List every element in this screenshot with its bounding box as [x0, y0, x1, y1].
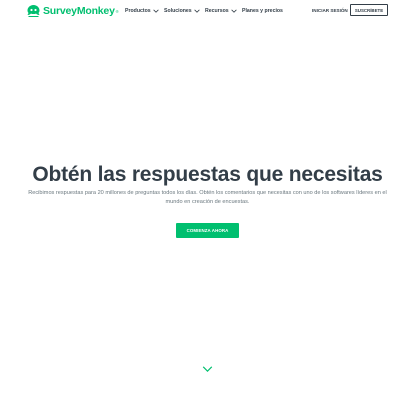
- get-started-button[interactable]: COMIENZA AHORA: [176, 223, 239, 238]
- chevron-down-icon: [194, 9, 200, 13]
- nav-item-planes-y-precios[interactable]: Planes y precios: [242, 8, 283, 14]
- nav-item-label: Soluciones: [164, 8, 192, 14]
- signup-button[interactable]: SUSCRÍBETE: [350, 4, 388, 16]
- hero-subtitle: Recibimos respuestas para 20 millones de…: [28, 190, 387, 205]
- nav-item-label: Productos: [125, 8, 151, 14]
- nav-item-label: Planes y precios: [242, 8, 283, 14]
- site-header: SurveyMonkey ® Productos Soluciones Recu…: [0, 0, 415, 24]
- brand-logo[interactable]: SurveyMonkey ®: [26, 4, 119, 18]
- chevron-down-icon: [230, 9, 237, 13]
- login-link[interactable]: INICIAR SESIÓN: [312, 8, 348, 13]
- chevron-down-icon: [152, 9, 159, 13]
- nav-item-label: Recursos: [205, 8, 229, 14]
- brand-trademark: ®: [115, 8, 119, 14]
- brand-name: SurveyMonkey: [43, 5, 115, 17]
- nav-item-productos[interactable]: Productos: [125, 8, 159, 14]
- nav-item-recursos[interactable]: Recursos: [205, 8, 237, 14]
- nav-item-soluciones[interactable]: Soluciones: [164, 8, 200, 14]
- chevron-down-icon[interactable]: [202, 366, 213, 372]
- surveymonkey-logo-icon: [27, 5, 40, 17]
- hero-title: Obtén las respuestas que necesitas: [32, 163, 383, 186]
